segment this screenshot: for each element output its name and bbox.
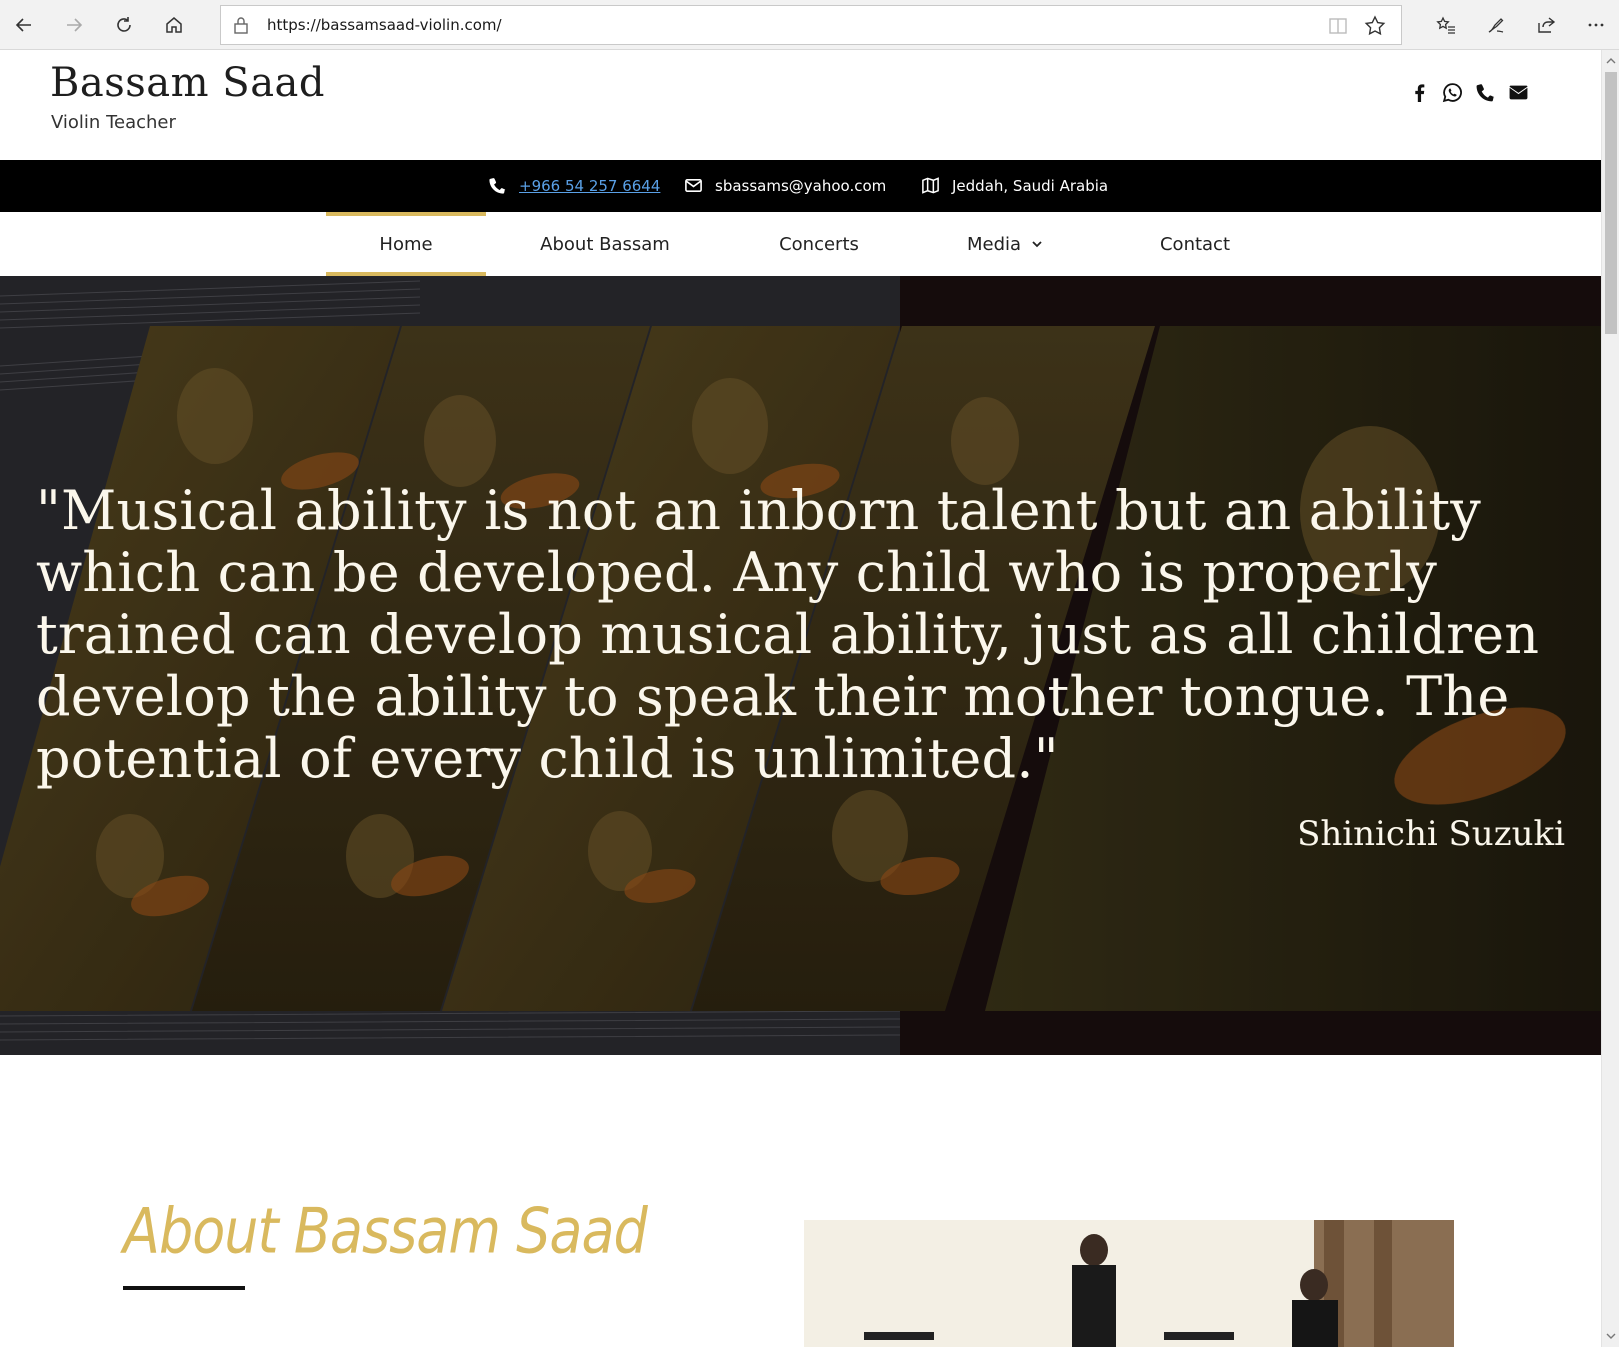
- nav-media-label: Media: [966, 233, 1022, 255]
- share-icon: [1538, 17, 1556, 33]
- contact-info-bar: +966 54 257 6644 sbassams@yahoo.com Jedd…: [0, 160, 1601, 212]
- nav-contact[interactable]: Contact: [1140, 212, 1250, 276]
- phone-link[interactable]: [1475, 80, 1496, 104]
- browser-toolbar: https://bassamsaad-violin.com/: [0, 0, 1619, 50]
- address-bar[interactable]: https://bassamsaad-violin.com/: [220, 5, 1402, 45]
- lock-icon: [234, 17, 248, 34]
- contact-location: Jeddah, Saudi Arabia: [921, 176, 1108, 195]
- concert-photo-image: [804, 1220, 1454, 1347]
- refresh-button[interactable]: [106, 7, 142, 43]
- whatsapp-link[interactable]: [1442, 80, 1463, 104]
- phone-number-link[interactable]: +966 54 257 6644: [519, 177, 660, 195]
- url-text: https://bassamsaad-violin.com/: [267, 16, 502, 34]
- main-nav: Home About Bassam Concerts Media Contact: [0, 212, 1601, 276]
- nav-concerts-label: Concerts: [779, 233, 859, 255]
- phone-icon: [1476, 83, 1495, 101]
- nav-contact-label: Contact: [1159, 233, 1231, 255]
- refresh-icon: [117, 17, 131, 32]
- notes-button[interactable]: [1478, 7, 1514, 43]
- share-button[interactable]: [1528, 7, 1564, 43]
- contact-phone: +966 54 257 6644: [488, 176, 660, 195]
- site-tagline: Violin Teacher: [51, 112, 176, 133]
- forward-button[interactable]: [56, 7, 92, 43]
- favorites-list-icon: [1436, 16, 1455, 34]
- email-link[interactable]: [1508, 80, 1529, 104]
- phone-icon: [489, 178, 506, 194]
- nav-media[interactable]: Media: [950, 212, 1060, 276]
- social-links: [1409, 80, 1529, 104]
- hero-section: "Musical ability is not an inborn talent…: [0, 276, 1601, 1055]
- about-heading: About Bassam Saad: [123, 1195, 648, 1268]
- page-viewport: Bassam Saad Violin Teacher +966 54 257 6…: [0, 50, 1601, 1347]
- more-button[interactable]: [1578, 7, 1614, 43]
- nav-concerts[interactable]: Concerts: [760, 212, 878, 276]
- chevron-down-icon: [1032, 241, 1042, 248]
- back-button[interactable]: [6, 7, 42, 43]
- forward-icon: [67, 18, 83, 32]
- reading-view-icon[interactable]: [1327, 15, 1349, 37]
- hero-quote: "Musical ability is not an inborn talent…: [36, 479, 1540, 790]
- whatsapp-icon: [1442, 82, 1462, 102]
- facebook-icon: [1415, 83, 1425, 102]
- nav-home-label: Home: [379, 233, 433, 255]
- nav-about-bassam[interactable]: About Bassam: [520, 212, 690, 276]
- nav-home[interactable]: Home: [326, 212, 486, 276]
- favorite-star-icon[interactable]: [1363, 14, 1387, 38]
- site-title[interactable]: Bassam Saad: [50, 60, 325, 106]
- pen-icon: [1488, 18, 1504, 33]
- about-heading-underline: [123, 1286, 245, 1290]
- envelope-icon: [685, 178, 702, 193]
- nav-about-label: About Bassam: [540, 233, 670, 255]
- scroll-up-icon[interactable]: [1606, 56, 1616, 66]
- about-photo: [804, 1220, 1454, 1347]
- more-icon: [1588, 23, 1604, 27]
- back-icon: [15, 18, 31, 32]
- scrollbar-thumb[interactable]: [1605, 72, 1617, 334]
- scroll-down-icon[interactable]: [1606, 1331, 1616, 1341]
- home-button[interactable]: [156, 7, 192, 43]
- map-icon: [922, 177, 939, 194]
- contact-email: sbassams@yahoo.com: [684, 176, 886, 195]
- quote-author: Shinichi Suzuki: [1297, 814, 1565, 854]
- facebook-link[interactable]: [1409, 80, 1430, 104]
- email-icon: [1509, 85, 1528, 99]
- page-scrollbar[interactable]: [1601, 50, 1619, 1347]
- site-header: Bassam Saad Violin Teacher: [0, 50, 1601, 160]
- home-icon: [166, 17, 182, 33]
- location-text: Jeddah, Saudi Arabia: [952, 176, 1109, 195]
- email-address[interactable]: sbassams@yahoo.com: [715, 177, 886, 195]
- favorites-button[interactable]: [1428, 7, 1464, 43]
